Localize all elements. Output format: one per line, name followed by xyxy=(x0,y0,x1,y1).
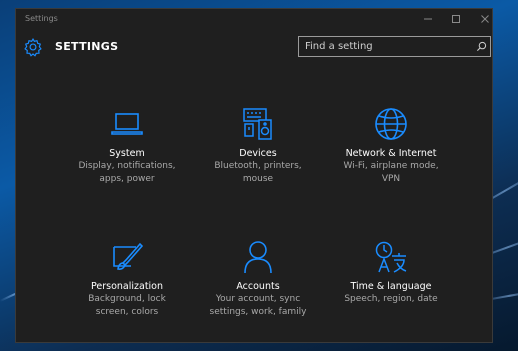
category-description: Speech, region, date xyxy=(344,294,438,304)
category-network[interactable]: Network & Internet Wi-Fi, airplane mode,… xyxy=(326,106,456,186)
category-accounts[interactable]: Accounts Your account, sync settings, wo… xyxy=(193,239,323,319)
category-system[interactable]: System Display, notifications, apps, pow… xyxy=(62,106,192,186)
category-time-language[interactable]: Time & language Speech, region, date xyxy=(326,239,456,306)
category-personalization[interactable]: Personalization Background, lock screen,… xyxy=(62,239,192,319)
category-label: Accounts xyxy=(236,281,280,292)
category-devices[interactable]: Devices Bluetooth, printers, mouse xyxy=(193,106,323,186)
category-description: Wi-Fi, airplane mode, VPN xyxy=(343,161,439,184)
category-label: Network & Internet xyxy=(345,148,437,159)
category-label: Devices xyxy=(239,148,277,159)
settings-window: Settings SETTINGS Find a setting System … xyxy=(15,8,493,343)
devices-icon xyxy=(243,108,272,140)
category-label: System xyxy=(109,148,145,159)
category-grid: System Display, notifications, apps, pow… xyxy=(16,9,492,342)
category-description: Your account, sync settings, work, famil… xyxy=(209,294,307,317)
category-description: Bluetooth, printers, mouse xyxy=(214,161,302,184)
category-label: Personalization xyxy=(90,281,164,292)
category-description: Display, notifications, apps, power xyxy=(78,161,176,184)
globe-icon xyxy=(375,108,407,140)
laptop-icon xyxy=(111,113,143,135)
person-icon xyxy=(244,241,272,274)
category-description: Background, lock screen, colors xyxy=(88,294,166,317)
time-language-icon xyxy=(375,241,407,273)
personalization-icon xyxy=(113,242,144,270)
category-label: Time & language xyxy=(350,281,432,292)
